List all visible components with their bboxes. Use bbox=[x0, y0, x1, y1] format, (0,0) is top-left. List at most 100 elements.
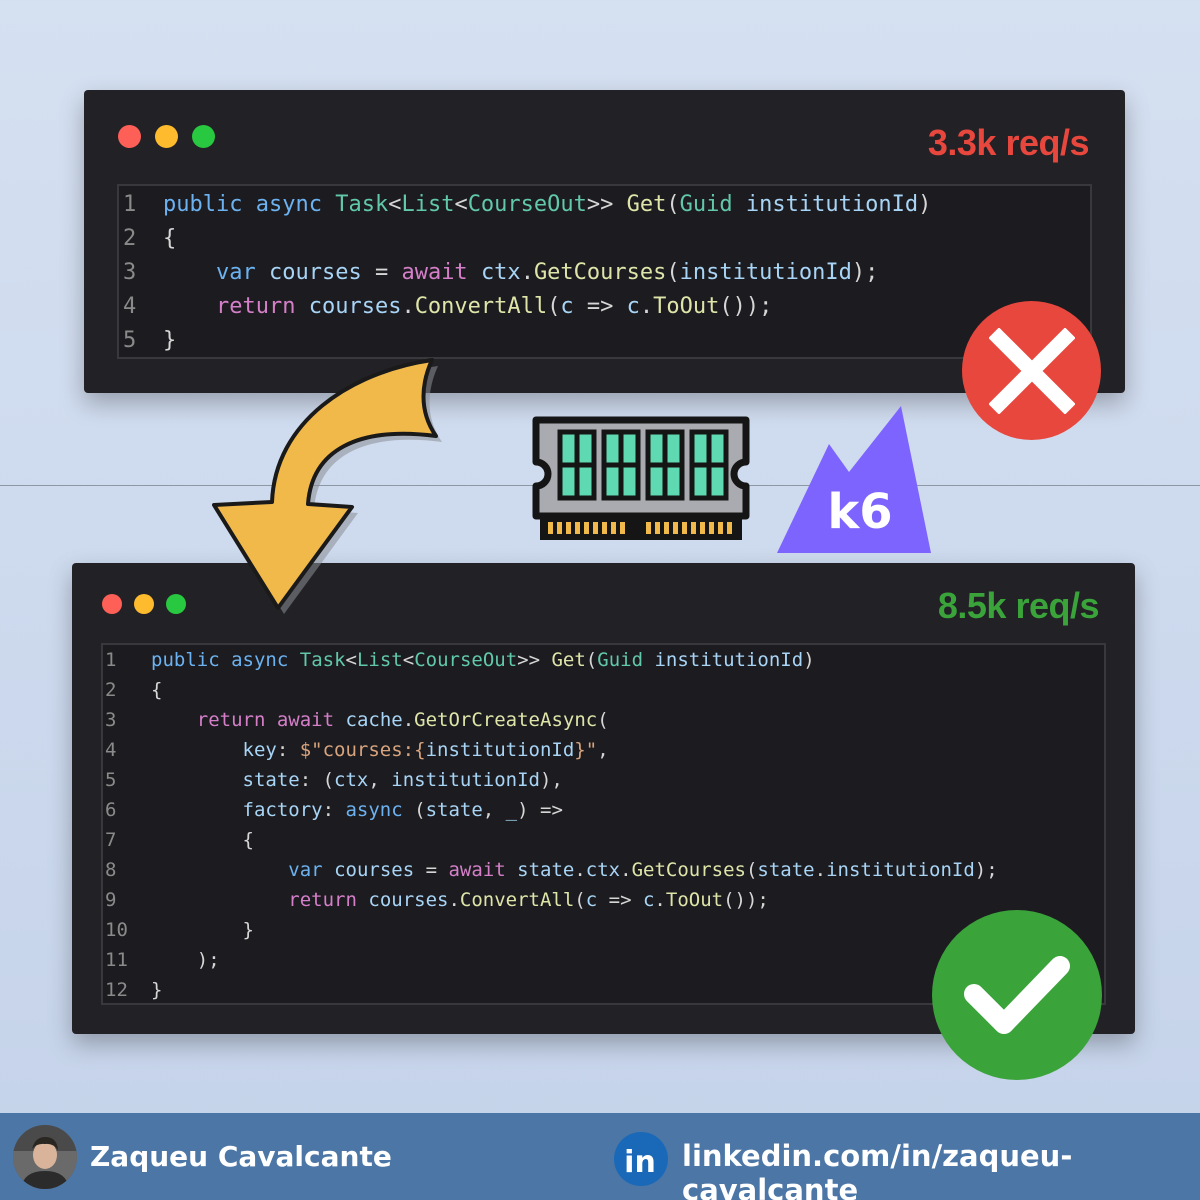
code-token: state bbox=[425, 799, 483, 821]
code-line: 9 return courses.ConvertAll(c => c.ToOut… bbox=[103, 885, 769, 915]
code-token: . bbox=[520, 260, 534, 285]
code-token: institutionId bbox=[745, 192, 919, 217]
code-token: >> bbox=[586, 192, 627, 217]
code-token: ) bbox=[803, 649, 815, 671]
code-line: 4 key: $"courses:{institutionId}", bbox=[103, 735, 609, 765]
author-name: Zaqueu Cavalcante bbox=[90, 1140, 392, 1173]
code-token: institutionId bbox=[391, 769, 540, 791]
code-token: . bbox=[654, 889, 666, 911]
code-token: ( bbox=[402, 799, 426, 821]
code-token: , bbox=[482, 799, 506, 821]
code-line: 12} bbox=[103, 975, 162, 1005]
code-token: => bbox=[573, 294, 627, 319]
throughput-after: 8.5k req/s bbox=[937, 585, 1100, 626]
code-token: ), bbox=[539, 769, 563, 791]
minimize-dot[interactable] bbox=[155, 125, 178, 148]
success-badge bbox=[932, 910, 1102, 1080]
code-token: state bbox=[517, 859, 575, 881]
code-token: , bbox=[597, 739, 609, 761]
code-token: List bbox=[401, 192, 455, 217]
code-line: 2{ bbox=[103, 675, 162, 705]
k6-label: k6 bbox=[827, 484, 892, 540]
code-token: ( bbox=[574, 889, 586, 911]
code-token: ( bbox=[666, 192, 680, 217]
linkedin-url[interactable]: linkedin.com/in/zaqueu-cavalcante bbox=[682, 1139, 1200, 1200]
code-token: : bbox=[322, 799, 346, 821]
code-line: 2{ bbox=[119, 222, 176, 256]
line-number: 4 bbox=[105, 739, 117, 761]
linkedin-icon[interactable]: in bbox=[614, 1132, 668, 1186]
code-line: 1 public async Task<List<CourseOut>> Get(… bbox=[119, 188, 931, 222]
code-token: = bbox=[361, 260, 402, 285]
code-token: public bbox=[151, 649, 220, 671]
minimize-dot[interactable] bbox=[134, 594, 154, 614]
code-token: CourseOut bbox=[467, 192, 587, 217]
close-dot[interactable] bbox=[118, 125, 141, 148]
maximize-dot[interactable] bbox=[192, 125, 215, 148]
code-token: ( bbox=[547, 294, 561, 319]
code-token: return bbox=[288, 889, 357, 911]
line-number: 3 bbox=[123, 260, 137, 285]
footer-bar: Zaqueu Cavalcante in linkedin.com/in/zaq… bbox=[0, 1113, 1200, 1200]
line-number: 9 bbox=[105, 889, 117, 911]
code-token: Guid bbox=[679, 192, 733, 217]
code-token: courses bbox=[334, 859, 415, 881]
close-dot[interactable] bbox=[102, 594, 122, 614]
code-token: . bbox=[574, 859, 586, 881]
code-token: ); bbox=[851, 260, 879, 285]
avatar[interactable] bbox=[13, 1125, 77, 1189]
code-token: ( bbox=[585, 649, 598, 671]
code-token: return bbox=[196, 709, 266, 731]
linkedin-glyph: in bbox=[624, 1145, 656, 1180]
maximize-dot[interactable] bbox=[166, 594, 186, 614]
code-token: GetCourses bbox=[533, 260, 667, 285]
code-token: . bbox=[402, 709, 415, 731]
line-number: 12 bbox=[105, 979, 128, 1001]
cross-icon bbox=[988, 327, 1075, 414]
line-number: 2 bbox=[105, 679, 117, 701]
code-token: } bbox=[151, 979, 163, 1001]
line-number: 4 bbox=[123, 294, 137, 319]
code-token: var bbox=[215, 260, 256, 285]
line-number: 6 bbox=[105, 799, 117, 821]
code-token: async bbox=[345, 799, 403, 821]
code-token: async bbox=[231, 649, 289, 671]
code-token: ()); bbox=[723, 889, 769, 911]
code-token: . bbox=[448, 889, 460, 911]
code-token: => bbox=[597, 889, 643, 911]
line-number: 3 bbox=[105, 709, 117, 731]
line-number: 11 bbox=[105, 949, 128, 971]
code-token: state bbox=[242, 769, 300, 791]
code-token: GetCourses bbox=[631, 859, 746, 881]
code-token: cache bbox=[345, 709, 403, 731]
code-token: . bbox=[401, 294, 415, 319]
code-token: institutionId bbox=[654, 649, 804, 671]
code-line: 8 var courses = await state.ctx.GetCours… bbox=[103, 855, 998, 885]
line-number: 1 bbox=[123, 192, 137, 217]
code-token: ( bbox=[666, 260, 680, 285]
code-token: courses bbox=[308, 294, 402, 319]
code-line: 3 return await cache.GetOrCreateAsync( bbox=[103, 705, 609, 735]
code-token: Task bbox=[335, 192, 389, 217]
code-token: CourseOut bbox=[414, 649, 518, 671]
code-line: 3 var courses = await ctx.GetCourses(ins… bbox=[119, 256, 878, 290]
code-token: ConvertAll bbox=[414, 294, 548, 319]
code-token: var bbox=[288, 859, 323, 881]
code-token: < bbox=[345, 649, 357, 671]
code-token: factory bbox=[242, 799, 323, 821]
code-token: < bbox=[454, 192, 468, 217]
code-token: { bbox=[151, 679, 163, 701]
code-line: 5 state: (ctx, institutionId), bbox=[103, 765, 563, 795]
code-token: : ( bbox=[299, 769, 335, 791]
k6-logo: k6 bbox=[777, 406, 931, 553]
line-number: 7 bbox=[105, 829, 117, 851]
